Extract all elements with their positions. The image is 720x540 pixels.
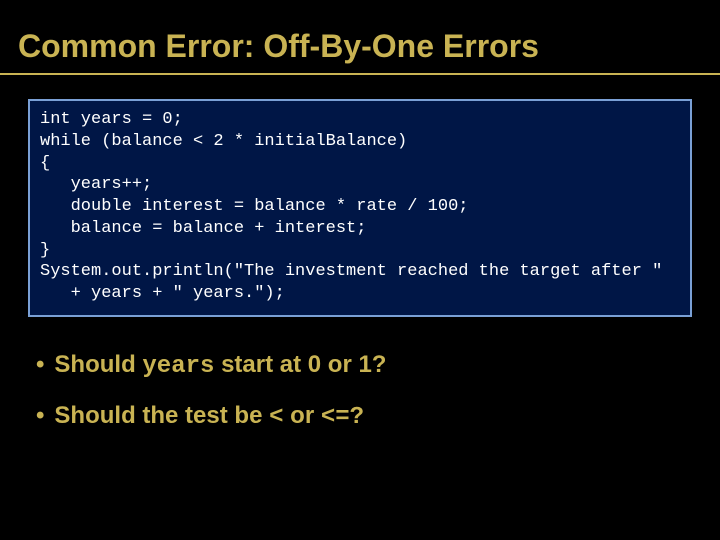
bullet-dot-icon: • — [36, 402, 44, 430]
bullet-2-pre: Should the test be — [54, 402, 269, 429]
bullet-dot-icon: • — [36, 351, 44, 379]
bullet-2-mid: or — [284, 402, 321, 429]
bullet-text: Should the test be < or <=? — [54, 402, 364, 431]
bullet-2-code1: < — [269, 404, 283, 431]
slide: Common Error: Off-By-One Errors int year… — [0, 0, 720, 540]
code-block: int years = 0; while (balance < 2 * init… — [28, 99, 692, 317]
title-underline — [0, 73, 720, 75]
bullet-list: • Should years start at 0 or 1? • Should… — [36, 351, 684, 431]
bullet-text: Should years start at 0 or 1? — [54, 351, 386, 380]
bullet-1-pre: Should — [54, 351, 142, 378]
bullet-2-code2: <=? — [321, 404, 364, 431]
list-item: • Should the test be < or <=? — [36, 402, 684, 431]
slide-title: Common Error: Off-By-One Errors — [0, 0, 720, 71]
bullet-1-code: years — [142, 353, 214, 380]
bullet-1-post: start at 0 or 1? — [214, 351, 386, 378]
list-item: • Should years start at 0 or 1? — [36, 351, 684, 380]
